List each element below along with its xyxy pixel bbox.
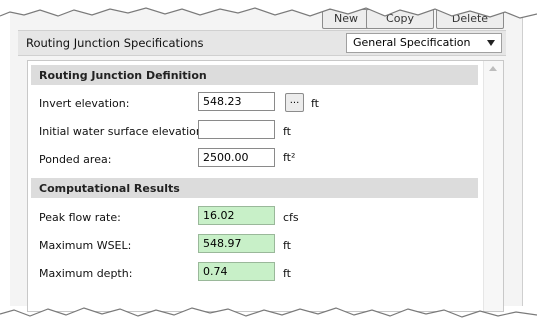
initial-wse-unit: ft: [283, 125, 291, 138]
chevron-down-icon: [487, 40, 495, 46]
torn-edge-top: [0, 0, 537, 19]
maximum-depth-unit: ft: [283, 267, 291, 280]
results-section-title: Computational Results: [39, 182, 180, 195]
invert-elevation-label: Invert elevation:: [39, 97, 130, 110]
junction-form-panel: Routing Junction Definition Invert eleva…: [27, 60, 504, 312]
peak-flow-unit: cfs: [283, 211, 299, 224]
maximum-depth-label: Maximum depth:: [39, 267, 133, 280]
ponded-area-label: Ponded area:: [39, 153, 112, 166]
specification-type-dropdown[interactable]: General Specification: [346, 33, 502, 53]
vertical-scrollbar[interactable]: [483, 61, 503, 311]
invert-elevation-input[interactable]: [198, 92, 275, 111]
specifications-header: Routing Junction Specifications General …: [18, 30, 506, 56]
header-title: Routing Junction Specifications: [26, 36, 204, 50]
maximum-wsel-label: Maximum WSEL:: [39, 239, 132, 252]
definition-section-title: Routing Junction Definition: [39, 69, 207, 82]
maximum-wsel-value: [198, 234, 275, 253]
invert-elevation-unit: ft: [311, 97, 319, 110]
initial-wse-label: Initial water surface elevation:: [39, 125, 207, 138]
maximum-wsel-unit: ft: [283, 239, 291, 252]
ponded-area-input[interactable]: [198, 148, 275, 167]
definition-section-header: Routing Junction Definition: [31, 65, 478, 85]
maximum-depth-value: [198, 262, 275, 281]
torn-edge-bottom: [0, 307, 537, 328]
peak-flow-label: Peak flow rate:: [39, 211, 121, 224]
results-section-header: Computational Results: [31, 178, 478, 198]
ponded-area-unit: ft²: [283, 151, 296, 164]
initial-wse-input[interactable]: [198, 120, 275, 139]
scroll-up-icon[interactable]: [489, 66, 497, 71]
invert-elevation-browse-button[interactable]: ...: [285, 93, 304, 112]
dropdown-selected-value: General Specification: [353, 36, 471, 49]
peak-flow-value: [198, 206, 275, 225]
